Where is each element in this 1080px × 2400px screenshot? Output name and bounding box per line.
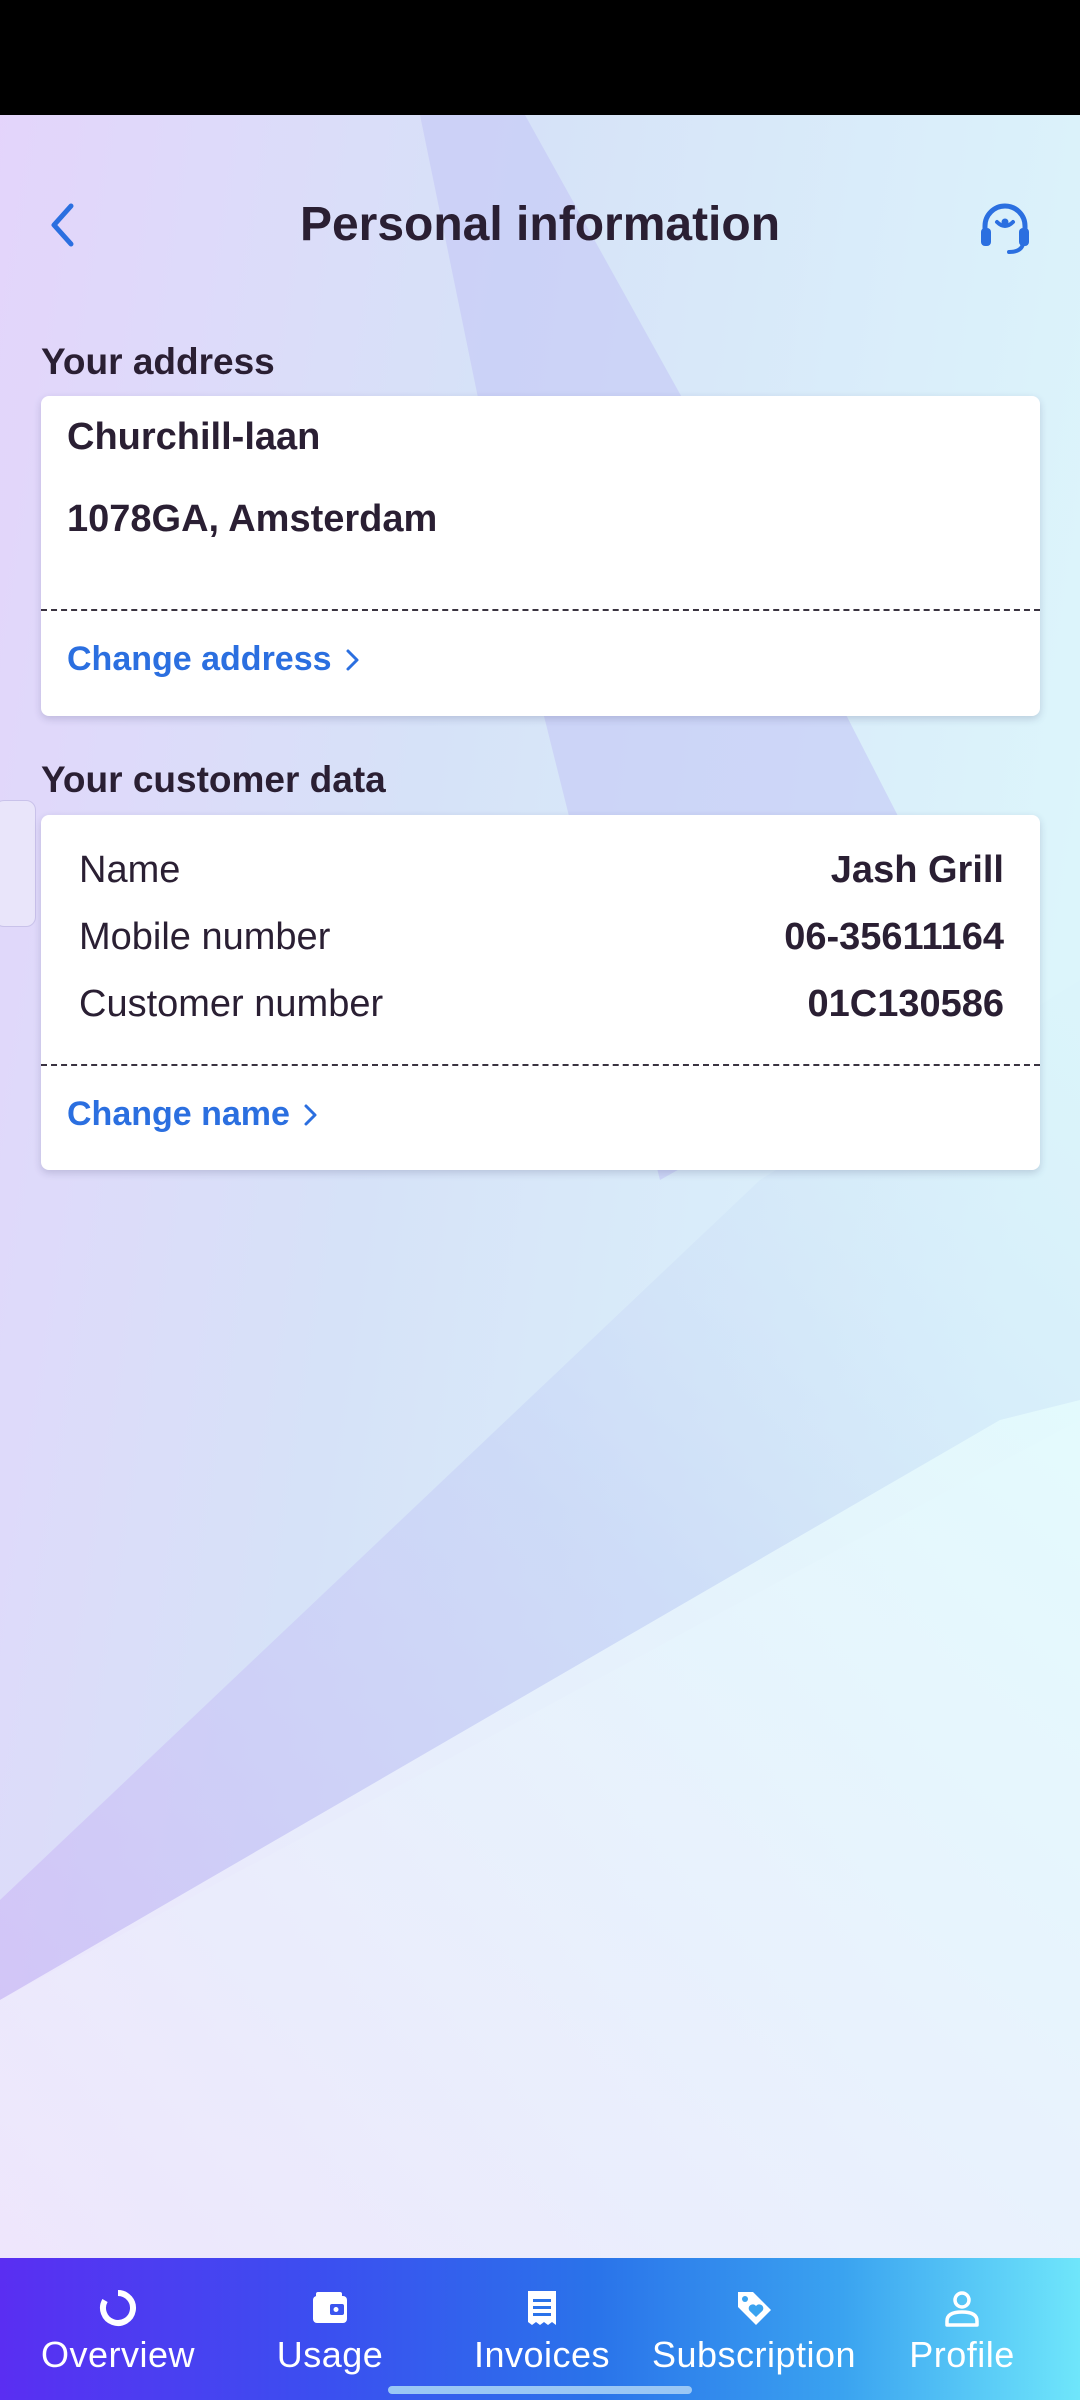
page-header: Personal information — [0, 180, 1080, 270]
address-section-label: Your address — [41, 341, 275, 382]
nav-item-overview[interactable]: Overview — [12, 2258, 224, 2400]
nav-label: Overview — [40, 2334, 196, 2375]
status-bar — [0, 0, 1080, 115]
wallet-icon — [313, 2292, 347, 2323]
person-icon — [945, 2291, 979, 2327]
change-name-label: Change name — [67, 1095, 290, 1133]
row-label: Name — [79, 849, 181, 891]
nav-item-profile[interactable]: Profile — [856, 2258, 1068, 2400]
back-button[interactable] — [40, 200, 90, 250]
home-indicator[interactable] — [388, 2386, 692, 2394]
row-label: Mobile number — [79, 916, 331, 958]
row-value: 06-35611164 — [784, 916, 1004, 958]
address-postal-city: 1078GA, Amsterdam — [67, 498, 438, 540]
change-name-link[interactable]: Change name — [67, 1095, 320, 1134]
row-label: Customer number — [79, 983, 384, 1025]
nav-label: Subscription — [651, 2334, 857, 2375]
nav-item-usage[interactable]: Usage — [224, 2258, 436, 2400]
invoice-icon — [528, 2291, 556, 2325]
row-value: Jash Grill — [830, 849, 1004, 891]
row-value: 01C130586 — [807, 983, 1004, 1025]
change-address-label: Change address — [67, 640, 332, 678]
page-title: Personal information — [299, 198, 781, 251]
address-card: Churchill-laan 1078GA, Amsterdam Change … — [41, 396, 1040, 716]
customer-data-card: Name Jash Grill Mobile number 06-3561116… — [41, 815, 1040, 1170]
chevron-right-icon — [346, 649, 359, 670]
chevron-right-icon — [304, 1104, 317, 1125]
chevron-left-icon — [51, 203, 74, 247]
customer-section-label: Your customer data — [41, 759, 386, 800]
headset-icon — [981, 203, 1029, 254]
overview-icon — [100, 2290, 136, 2326]
nav-label: Invoices — [473, 2334, 611, 2375]
change-address-link[interactable]: Change address — [67, 640, 362, 679]
customer-row-number: Customer number 01C130586 — [79, 971, 1004, 1037]
bottom-navigation: Overview Usage Invoices Subscription Pro… — [0, 2258, 1080, 2400]
address-street: Churchill-laan — [67, 416, 321, 458]
nav-label: Profile — [909, 2334, 1015, 2375]
customer-row-name: Name Jash Grill — [79, 837, 1004, 903]
nav-label: Usage — [276, 2334, 384, 2375]
support-button[interactable] — [975, 200, 1035, 256]
nav-item-invoices[interactable]: Invoices — [436, 2258, 648, 2400]
nav-item-subscription[interactable]: Subscription — [648, 2258, 860, 2400]
tag-icon — [738, 2292, 771, 2325]
customer-row-mobile: Mobile number 06-35611164 — [79, 904, 1004, 970]
customer-divider — [41, 1064, 1040, 1066]
side-drawer-handle[interactable] — [0, 800, 36, 927]
address-divider — [41, 609, 1040, 611]
